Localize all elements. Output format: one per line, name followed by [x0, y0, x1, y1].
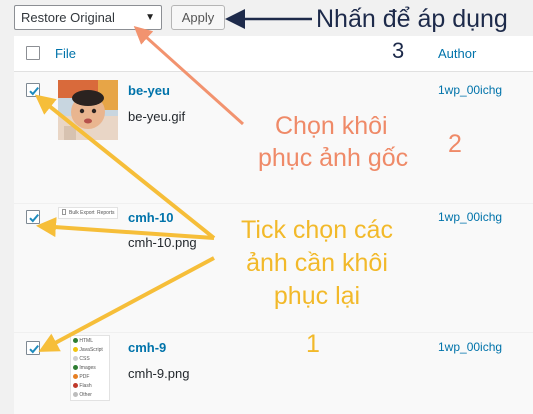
annotation-choose-restore-line2: phục ảnh gốc — [258, 144, 409, 172]
arrow-to-row1-checkbox — [34, 94, 216, 240]
arrow-to-row2-checkbox — [36, 217, 215, 240]
annotation-arrows — [34, 9, 312, 352]
arrow-to-bulk-select — [133, 25, 245, 126]
annotation-step-3: 3 — [392, 38, 405, 63]
annotation-choose-restore: Chọn khôi — [275, 112, 388, 140]
annotation-apply-hint: Nhấn để áp dụng — [316, 5, 508, 33]
annotation-tick-instruction: Tick chọn các ảnh cần khôi phục lại — [241, 216, 393, 310]
annotation-step-1: 1 — [306, 330, 320, 358]
annotation-step-2: 2 — [448, 130, 462, 158]
arrow-to-row3-checkbox — [38, 256, 215, 352]
